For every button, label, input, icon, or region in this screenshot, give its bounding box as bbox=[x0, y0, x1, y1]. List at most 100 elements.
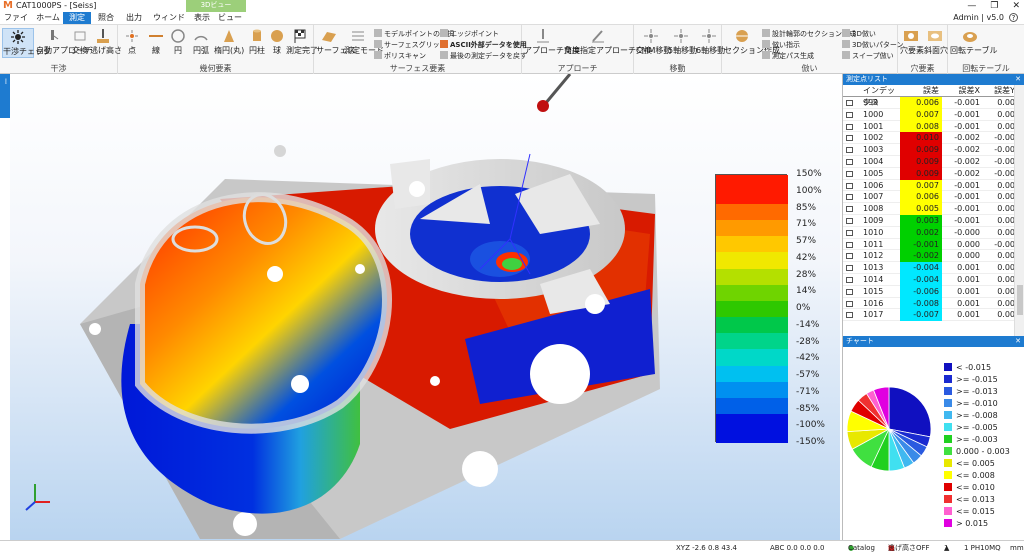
arc-button[interactable]: 円弧 bbox=[190, 28, 212, 56]
context-tab-3d-view[interactable]: 3Dビュー bbox=[186, 0, 246, 12]
use-ascii-data-button[interactable]: ASCII外部データを使用 bbox=[440, 40, 527, 50]
approach-change-button[interactable]: アプローチ交換 bbox=[524, 28, 580, 56]
table-row[interactable]: 1000 0.007 -0.001 0.00 bbox=[843, 108, 1015, 121]
point-button[interactable]: 点 bbox=[122, 28, 142, 56]
tab-home[interactable]: ホーム bbox=[34, 12, 62, 24]
table-row[interactable]: 999 0.006 -0.001 0.00 bbox=[843, 97, 1015, 109]
table-row[interactable]: 1010 0.002 -0.000 0.00 bbox=[843, 226, 1015, 239]
tab-file[interactable]: ファイル bbox=[2, 12, 30, 34]
scrollbar-thumb[interactable] bbox=[1017, 285, 1023, 315]
approach-exchange-button[interactable]: 交換 bbox=[71, 28, 89, 56]
scale-cell bbox=[716, 381, 788, 398]
cell-error-y: 0.00 bbox=[997, 215, 1015, 225]
line-button[interactable]: 線 bbox=[146, 28, 166, 56]
cell-error-y: -0.00 bbox=[994, 168, 1015, 178]
table-row[interactable]: 1011 -0.001 0.000 -0.00 bbox=[843, 238, 1015, 251]
column-header-error[interactable]: 誤差 bbox=[900, 85, 942, 97]
tree-view-dock-tab[interactable]: ツリービュー bbox=[0, 74, 20, 118]
measure-complete-button[interactable]: 測定完了 bbox=[286, 28, 318, 56]
ascii-data-icon bbox=[440, 40, 448, 48]
scale-cell bbox=[716, 413, 788, 443]
surface-grid-button[interactable]: サーフェスグリッド bbox=[374, 40, 447, 50]
tab-verify[interactable]: 照合 bbox=[94, 12, 118, 24]
tab-output[interactable]: 出力 bbox=[122, 12, 146, 24]
scan-instruction-button[interactable]: 倣い指示 bbox=[762, 40, 800, 50]
five-axis-move-button[interactable]: 5軸移動 bbox=[668, 28, 697, 56]
rotary-table-button[interactable]: 回転テーブル bbox=[950, 28, 998, 56]
xyz-readout: XYZ -2.6 0.8 43.4 bbox=[676, 544, 737, 552]
cell-error: -0.008 bbox=[900, 297, 942, 310]
six-axis-move-button[interactable]: 6軸移動 bbox=[696, 28, 725, 56]
legend-swatch bbox=[944, 483, 952, 491]
table-row[interactable]: 1001 0.008 -0.001 0.00 bbox=[843, 120, 1015, 133]
angle-approach-change-button[interactable]: 角度指定アプローチ交換 bbox=[564, 28, 652, 56]
cell-error-y: -0.00 bbox=[994, 156, 1015, 166]
cylinder-button[interactable]: 円柱 bbox=[246, 28, 268, 56]
auto-approach-button[interactable]: 自動アプローチ bbox=[36, 28, 92, 56]
minimize-button[interactable]: — bbox=[967, 0, 976, 12]
help-icon[interactable]: ? bbox=[1009, 13, 1018, 22]
cell-error: 0.003 bbox=[900, 214, 942, 227]
point-icon bbox=[846, 158, 853, 165]
point-icon bbox=[126, 30, 138, 42]
slope-hole-button[interactable]: 斜面穴 bbox=[924, 28, 948, 56]
cmm-move-button[interactable]: CMM移動 bbox=[636, 28, 671, 56]
retract-height-button[interactable]: 逃げ高さ bbox=[90, 28, 122, 56]
column-header-error-x[interactable]: 誤差X bbox=[943, 85, 983, 97]
ellipse-button[interactable]: 楕円(丸) bbox=[214, 28, 244, 56]
close-button[interactable]: ✕ bbox=[1012, 0, 1020, 12]
create-section-button[interactable]: セクション作成 bbox=[724, 28, 780, 56]
table-row[interactable]: 1005 0.009 -0.002 -0.00 bbox=[843, 167, 1015, 180]
3d-scan-icon bbox=[842, 29, 850, 37]
sweep-scan-button[interactable]: スイープ倣い bbox=[842, 51, 894, 61]
sphere-button[interactable]: 球 bbox=[268, 28, 286, 56]
point-list-close-icon[interactable]: ✕ bbox=[1015, 74, 1021, 85]
point-icon bbox=[846, 300, 853, 307]
tab-window[interactable]: ウィンドウ bbox=[150, 12, 188, 34]
table-row[interactable]: 1004 0.009 -0.002 -0.00 bbox=[843, 155, 1015, 168]
hole-feature-button[interactable]: 穴要素 bbox=[900, 28, 924, 56]
cell-index: 1006 bbox=[863, 180, 884, 190]
table-row[interactable]: 1017 -0.007 0.001 0.00 bbox=[843, 309, 1015, 322]
restore-last-data-button[interactable]: 最後の測定データを戻す bbox=[440, 51, 527, 61]
cell-error-x: 0.001 bbox=[957, 263, 980, 273]
tab-display[interactable]: 表示 bbox=[190, 12, 214, 24]
edge-point-button[interactable]: エッジポイント bbox=[440, 29, 499, 39]
table-row[interactable]: 1009 0.003 -0.001 0.00 bbox=[843, 214, 1015, 227]
column-header-error-y[interactable]: 誤差Y bbox=[984, 85, 1015, 97]
measure-mode-button[interactable]: 測定モード bbox=[344, 28, 384, 56]
poly-scan-button[interactable]: ポリスキャン bbox=[374, 51, 426, 61]
generate-path-button[interactable]: 測定パス生成 bbox=[762, 51, 814, 61]
legend-item: <= 0.015 bbox=[944, 506, 995, 517]
restore-button[interactable]: ❐ bbox=[990, 0, 998, 12]
3d-viewport[interactable] bbox=[10, 74, 840, 540]
scale-cell bbox=[716, 397, 788, 414]
table-row[interactable]: 1016 -0.008 0.001 0.00 bbox=[843, 297, 1015, 310]
table-row[interactable]: 1013 -0.004 0.001 0.00 bbox=[843, 262, 1015, 274]
table-row[interactable]: 1003 0.009 -0.002 -0.00 bbox=[843, 144, 1015, 156]
tab-view[interactable]: ビュー bbox=[218, 12, 242, 24]
table-row[interactable]: 1014 -0.004 0.001 0.00 bbox=[843, 273, 1015, 286]
surface-button[interactable]: サーフェス bbox=[316, 28, 356, 56]
table-row[interactable]: 1008 0.005 -0.001 0.00 bbox=[843, 203, 1015, 215]
cell-error: 0.009 bbox=[900, 144, 942, 156]
legend-swatch bbox=[944, 435, 952, 443]
table-row[interactable]: 1002 0.010 -0.002 -0.00 bbox=[843, 132, 1015, 145]
3d-scan-button[interactable]: 3D倣い bbox=[842, 29, 876, 39]
interference-check-button[interactable]: 干渉チェック bbox=[2, 28, 51, 58]
table-row[interactable]: 1007 0.006 -0.001 0.00 bbox=[843, 191, 1015, 204]
chart-close-icon[interactable]: ✕ bbox=[1015, 336, 1021, 347]
table-row[interactable]: 1015 -0.006 0.001 0.00 bbox=[843, 285, 1015, 298]
ribbon-group-surface: サーフェス 測定モード モデルポイントの選択 サーフェスグリッド ポリスキャン … bbox=[314, 25, 527, 75]
group-label-hole: 穴要素 bbox=[910, 64, 935, 73]
scale-label: -28% bbox=[796, 336, 820, 347]
point-list-panel: 測定点リスト ✕ インデックス 誤差 誤差X 誤差Y 999 0.006 -0.00… bbox=[842, 74, 1024, 336]
group-label-rotary: 回転テーブル bbox=[962, 64, 1010, 73]
3d-scan-pattern-button[interactable]: 3D倣いパターン bbox=[842, 40, 904, 50]
tab-measure[interactable]: 測定 bbox=[63, 12, 91, 24]
circle-button[interactable]: 円 bbox=[168, 28, 188, 56]
table-row[interactable]: 1012 -0.002 0.000 0.00 bbox=[843, 250, 1015, 263]
abc-readout: ABC 0.0 0.0 0.0 bbox=[770, 544, 825, 552]
point-list-scrollbar[interactable] bbox=[1014, 85, 1024, 336]
table-row[interactable]: 1006 0.007 -0.001 0.00 bbox=[843, 179, 1015, 192]
